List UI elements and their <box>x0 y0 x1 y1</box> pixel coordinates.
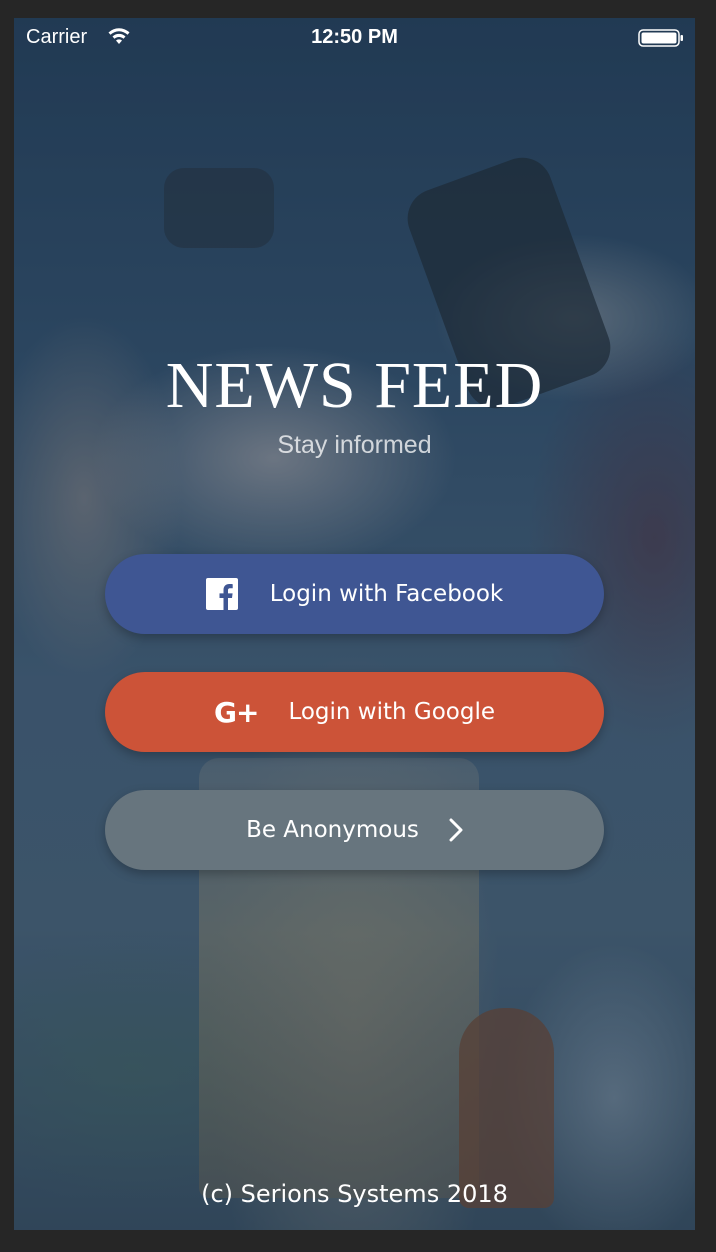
status-time: 12:50 PM <box>311 26 398 48</box>
app-subtitle: Stay informed <box>277 431 432 459</box>
status-bar: Carrier 12:50 PM <box>14 18 695 58</box>
login-facebook-button[interactable]: Login with Facebook <box>105 554 604 634</box>
be-anonymous-button[interactable]: Be Anonymous <box>105 790 604 870</box>
be-anonymous-label: Be Anonymous <box>246 817 419 843</box>
facebook-icon <box>205 578 238 610</box>
google-plus-icon: G+ <box>213 695 259 729</box>
chevron-right-icon <box>449 818 463 842</box>
copyright-text: (c) Serions Systems 2018 <box>201 1180 508 1208</box>
app-title: NEWS FEED <box>165 349 544 422</box>
login-google-button[interactable]: G+ Login with Google <box>105 672 604 752</box>
login-facebook-label: Login with Facebook <box>269 581 504 607</box>
login-google-label: Login with Google <box>288 699 496 725</box>
app-screen: Carrier 12:50 PM NEWS FEED Stay informed <box>14 18 695 1230</box>
battery-icon <box>638 29 683 47</box>
